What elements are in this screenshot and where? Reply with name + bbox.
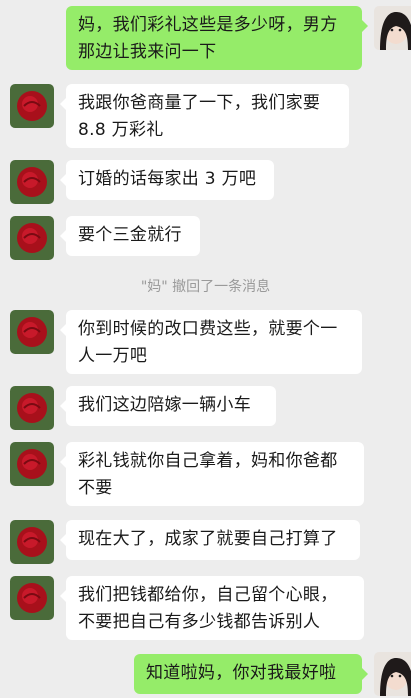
message-bubble-received[interactable]: 订婚的话每家出 3 万吧 [60,160,274,200]
mom-avatar-image [10,442,54,486]
mom-avatar[interactable] [10,520,54,564]
message-bubble-received[interactable]: 你到时候的改口费这些，就要个一 人一万吧 [60,310,362,374]
message-text-line: 彩礼钱就你自己拿着，妈和你爸都 [78,451,338,471]
mom-avatar-image [10,576,54,620]
mom-avatar-image [10,160,54,204]
self-avatar[interactable] [374,652,411,696]
message-text-line: 不要把自己有多少钱都告诉别人 [78,612,321,632]
message-text-line: 现在大了，成家了就要自己打算了 [78,529,338,549]
mom-avatar[interactable] [10,442,54,486]
mom-avatar-image [10,386,54,430]
message-bubble-received[interactable]: 我们这边陪嫁一辆小车 [60,386,276,426]
message-bubble-received[interactable]: 我们把钱都给你，自己留个心眼， 不要把自己有多少钱都告诉别人 [60,576,364,640]
self-avatar-image [374,652,411,696]
message-text-line: 订婚的话每家出 3 万吧 [78,169,257,189]
mom-avatar[interactable] [10,216,54,260]
mom-avatar-image [10,520,54,564]
message-bubble-received[interactable]: 要个三金就行 [60,216,200,256]
mom-avatar[interactable] [10,310,54,354]
message-bubble-sent[interactable]: 妈，我们彩礼这些是多少呀，男方 那边让我来问一下 [66,6,368,70]
mom-avatar[interactable] [10,160,54,204]
mom-avatar[interactable] [10,84,54,128]
message-text-line: 我们这边陪嫁一辆小车 [78,395,251,415]
message-text-line: 妈，我们彩礼这些是多少呀，男方 [78,15,338,35]
message-bubble-sent[interactable]: 知道啦妈，你对我最好啦 [134,654,368,694]
mom-avatar[interactable] [10,386,54,430]
message-bubble-received[interactable]: 我跟你爸商量了一下，我们家要 8.8 万彩礼 [60,84,349,148]
self-avatar[interactable] [374,6,411,50]
message-bubble-received[interactable]: 现在大了，成家了就要自己打算了 [60,520,360,560]
mom-avatar-image [10,310,54,354]
mom-avatar-image [10,84,54,128]
message-text-line: 知道啦妈，你对我最好啦 [146,663,337,683]
message-bubble-received[interactable]: 彩礼钱就你自己拿着，妈和你爸都 不要 [60,442,364,506]
message-text-line: 不要 [78,478,113,498]
message-text-line: 我们把钱都给你，自己留个心眼， [78,585,338,605]
mom-avatar-image [10,216,54,260]
recall-notice: "妈" 撤回了一条消息 [140,279,271,295]
message-text-line: 你到时候的改口费这些，就要个一 [78,319,338,339]
message-text-line: 我跟你爸商量了一下，我们家要 [78,93,321,113]
message-text-line: 人一万吧 [78,346,148,366]
message-text-line: 要个三金就行 [78,225,182,245]
message-text-line: 那边让我来问一下 [78,42,217,62]
self-avatar-image [374,6,411,50]
message-text-line: 8.8 万彩礼 [78,120,164,140]
mom-avatar[interactable] [10,576,54,620]
